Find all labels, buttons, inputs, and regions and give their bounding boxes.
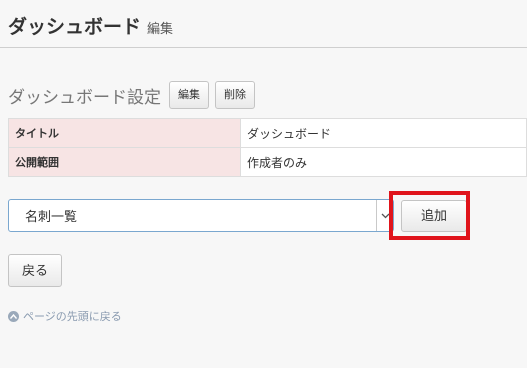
settings-table: タイトル ダッシュボード 公開範囲 作成者のみ xyxy=(8,118,527,177)
visibility-value: 作成者のみ xyxy=(240,147,527,177)
widget-select-value: 名刺一覧 xyxy=(25,210,78,225)
title-label: タイトル xyxy=(8,118,241,148)
table-row: タイトル ダッシュボード xyxy=(8,118,527,148)
page-subtitle: 編集 xyxy=(147,22,174,37)
back-to-top-link[interactable]: ページの先頭に戻る xyxy=(8,308,122,324)
visibility-label: 公開範囲 xyxy=(8,147,241,177)
arrow-up-circle-icon xyxy=(8,310,19,322)
page-title: ダッシュボード 編集 xyxy=(8,12,173,39)
table-row: 公開範囲 作成者のみ xyxy=(8,147,527,177)
delete-button[interactable]: 削除 xyxy=(215,81,255,109)
back-button[interactable]: 戻る xyxy=(8,254,62,287)
page-title-text: ダッシュボード xyxy=(8,16,142,38)
settings-header: ダッシュボード設定 編集 削除 xyxy=(8,81,261,109)
back-to-top-label: ページの先頭に戻る xyxy=(23,310,122,323)
title-value: ダッシュボード xyxy=(240,118,527,148)
settings-title: ダッシュボード設定 xyxy=(8,87,161,108)
highlight-box xyxy=(389,191,470,240)
title-divider xyxy=(0,47,527,48)
edit-button[interactable]: 編集 xyxy=(169,81,209,109)
widget-select[interactable]: 名刺一覧 xyxy=(8,199,394,232)
